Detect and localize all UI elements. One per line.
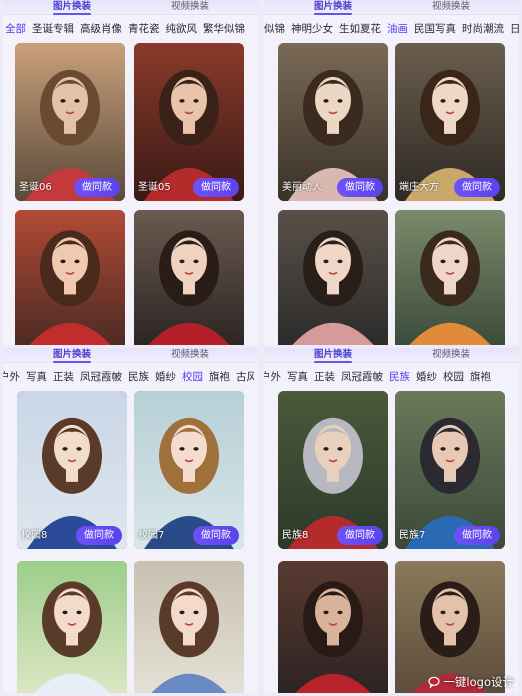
- template-card[interactable]: [395, 210, 505, 345]
- portrait-image: [134, 561, 244, 693]
- portrait-image: [278, 561, 388, 693]
- portrait-image: [395, 210, 505, 345]
- category-bar: 全部 圣诞专辑 高级肖像 青花瓷 纯欲风 繁华似锦: [3, 17, 258, 39]
- category-japanese[interactable]: 日系: [510, 18, 519, 39]
- template-card[interactable]: 民族8 做同款: [278, 391, 388, 549]
- category-bar: 户外 写真 正装 凤冠霞帔 民族 婚纱 校园 旗袍: [264, 365, 515, 387]
- category-campus[interactable]: 校园: [443, 366, 464, 387]
- category-phoenix-crown[interactable]: 凤冠霞帔: [341, 366, 383, 387]
- template-card[interactable]: 校园8 做同款: [17, 391, 127, 549]
- panel-bottom-left: 图片换装 视频换装 户外 写真 正装 凤冠霞帔 民族 婚纱 校园 旗袍 古风 校园8 做同款 校…: [3, 348, 258, 693]
- panel-bottom-right: 图片换装 视频换装 户外 写真 正装 凤冠霞帔 民族 婚纱 校园 旗袍 民族8 做同款 民族7…: [264, 348, 519, 693]
- category-oil-painting[interactable]: 油画: [387, 18, 408, 39]
- category-ethnic[interactable]: 民族: [389, 366, 410, 387]
- panel-top-left: 图片换装 视频换装 全部 圣诞专辑 高级肖像 青花瓷 纯欲风 繁华似锦 圣诞06 做同款 …: [3, 0, 258, 345]
- tab-image-outfit[interactable]: 图片换装: [53, 349, 92, 363]
- category-qipao[interactable]: 旗袍: [209, 366, 230, 387]
- portrait-image: [278, 210, 388, 345]
- category-wedding[interactable]: 婚纱: [416, 366, 437, 387]
- category-portrait[interactable]: 高级肖像: [80, 18, 122, 39]
- make-same-button[interactable]: 做同款: [193, 526, 239, 545]
- tab-bar: 图片换装 视频换装: [264, 0, 519, 15]
- tab-bar: 图片换装 视频换装: [3, 348, 258, 363]
- category-outdoor[interactable]: 户外: [264, 366, 281, 387]
- tab-image-outfit[interactable]: 图片换装: [53, 1, 92, 15]
- template-label: 民族7: [399, 530, 426, 541]
- category-republic[interactable]: 民国写真: [414, 18, 456, 39]
- template-grid: 民族8 做同款 民族7 做同款: [264, 391, 519, 693]
- category-christmas[interactable]: 圣诞专辑: [32, 18, 74, 39]
- make-same-button[interactable]: 做同款: [454, 178, 500, 197]
- template-label: 民族8: [282, 530, 309, 541]
- category-ancient[interactable]: 古风: [236, 366, 254, 387]
- template-card[interactable]: [17, 561, 127, 693]
- template-card[interactable]: [15, 210, 125, 345]
- template-label: 校园8: [21, 530, 48, 541]
- template-label: 圣诞05: [138, 182, 171, 193]
- tab-bar: 图片换装 视频换装: [264, 348, 519, 363]
- chat-bubble-icon: [428, 676, 441, 688]
- category-blue-white[interactable]: 青花瓷: [128, 18, 160, 39]
- watermark: 一键logo设计: [428, 674, 514, 690]
- make-same-button[interactable]: 做同款: [193, 178, 239, 197]
- category-formal[interactable]: 正装: [314, 366, 335, 387]
- template-grid: 圣诞06 做同款 圣诞05 做同款: [3, 43, 258, 345]
- template-card[interactable]: [134, 210, 244, 345]
- template-grid: 美丽动人 做同款 端庄大方 做同款: [264, 43, 519, 345]
- template-label: 圣诞06: [19, 182, 52, 193]
- tab-video-outfit[interactable]: 视频换装: [432, 1, 470, 13]
- tab-image-outfit[interactable]: 图片换装: [314, 1, 353, 15]
- template-grid: 校园8 做同款 校园7 做同款: [3, 391, 258, 693]
- template-label: 校园7: [138, 530, 165, 541]
- make-same-button[interactable]: 做同款: [74, 178, 120, 197]
- template-card[interactable]: 圣诞06 做同款: [15, 43, 125, 201]
- category-ethnic[interactable]: 民族: [128, 366, 149, 387]
- tab-image-outfit[interactable]: 图片换装: [314, 349, 353, 363]
- make-same-button[interactable]: 做同款: [76, 526, 122, 545]
- template-card[interactable]: 民族7 做同款: [395, 391, 505, 549]
- category-campus[interactable]: 校园: [182, 366, 203, 387]
- portrait-image: [15, 210, 125, 345]
- category-fashion[interactable]: 时尚潮流: [462, 18, 504, 39]
- category-photo[interactable]: 写真: [26, 366, 47, 387]
- watermark-text: 一键logo设计: [443, 675, 514, 689]
- category-brocade[interactable]: 似锦: [264, 18, 285, 39]
- panel-top-right: 图片换装 视频换装 似锦神明少女生如夏花油画民国写真时尚潮流日系 美丽动人 做同…: [264, 0, 519, 345]
- make-same-button[interactable]: 做同款: [337, 178, 383, 197]
- tab-video-outfit[interactable]: 视频换装: [171, 349, 209, 361]
- category-qipao[interactable]: 旗袍: [470, 366, 491, 387]
- category-phoenix-crown[interactable]: 凤冠霞帔: [80, 366, 122, 387]
- category-bar: 似锦神明少女生如夏花油画民国写真时尚潮流日系: [264, 17, 519, 39]
- template-card[interactable]: [278, 210, 388, 345]
- template-label: 端庄大方: [399, 182, 439, 193]
- category-formal[interactable]: 正装: [53, 366, 74, 387]
- template-card[interactable]: 圣诞05 做同款: [134, 43, 244, 201]
- tab-video-outfit[interactable]: 视频换装: [432, 349, 470, 361]
- make-same-button[interactable]: 做同款: [454, 526, 500, 545]
- category-pure[interactable]: 纯欲风: [166, 18, 198, 39]
- category-goddess[interactable]: 神明少女: [291, 18, 333, 39]
- category-all[interactable]: 全部: [5, 18, 26, 39]
- category-brocade[interactable]: 繁华似锦: [203, 18, 245, 39]
- category-photo[interactable]: 写真: [287, 366, 308, 387]
- template-card[interactable]: 美丽动人 做同款: [278, 43, 388, 201]
- tab-video-outfit[interactable]: 视频换装: [171, 1, 209, 13]
- category-outdoor[interactable]: 户外: [3, 366, 20, 387]
- tab-bar: 图片换装 视频换装: [3, 0, 258, 15]
- category-summer-flower[interactable]: 生如夏花: [339, 18, 381, 39]
- category-bar: 户外 写真 正装 凤冠霞帔 民族 婚纱 校园 旗袍 古风: [3, 365, 254, 387]
- template-label: 美丽动人: [282, 182, 322, 193]
- portrait-image: [134, 210, 244, 345]
- template-card[interactable]: [278, 561, 388, 693]
- portrait-image: [17, 561, 127, 693]
- template-card[interactable]: [134, 561, 244, 693]
- template-card[interactable]: 端庄大方 做同款: [395, 43, 505, 201]
- category-wedding[interactable]: 婚纱: [155, 366, 176, 387]
- make-same-button[interactable]: 做同款: [337, 526, 383, 545]
- template-card[interactable]: 校园7 做同款: [134, 391, 244, 549]
